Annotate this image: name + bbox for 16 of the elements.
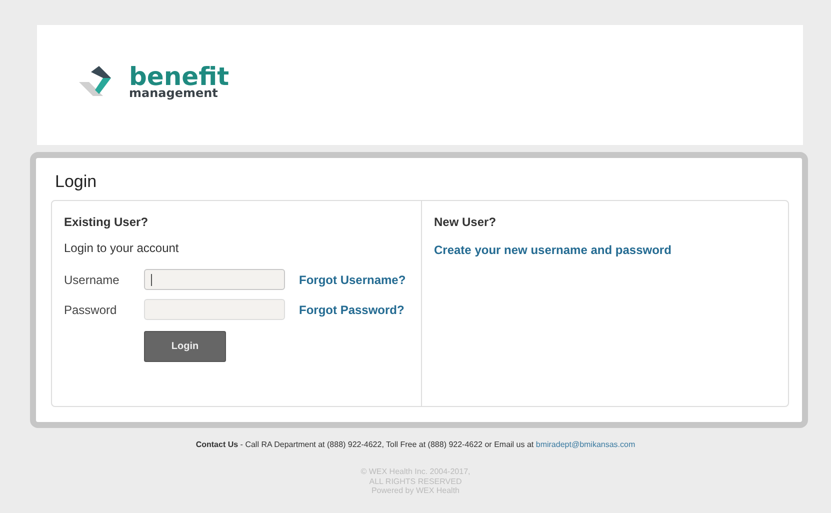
input-field[interactable]: [144, 299, 285, 320]
forgot-link[interactable]: Forgot Password?: [299, 302, 404, 316]
contact-text: Contact Us - Call RA Department at (888) 922-4622, Toll Free at (888) 922-4622 or Email us at bmiradept@bmikansas.com: [194, 440, 636, 449]
login-button[interactable]: Login: [144, 331, 226, 362]
input-field[interactable]: [144, 269, 285, 290]
field-label: Username: [64, 272, 120, 286]
login-title: Login: [55, 172, 98, 192]
section-heading: New User?: [434, 215, 498, 229]
forgot-link[interactable]: Forgot Username?: [299, 272, 406, 286]
field-label: Password: [64, 302, 118, 316]
logo-title: benefit: [129, 64, 230, 88]
intro-text: Login to your account: [64, 241, 180, 255]
email-link[interactable]: bmiradept@bmikansas.com: [536, 440, 636, 449]
create-account-link[interactable]: Create your new username and password: [434, 243, 672, 257]
section-heading: Existing User?: [64, 215, 150, 229]
logo-subtitle: management: [129, 86, 219, 98]
